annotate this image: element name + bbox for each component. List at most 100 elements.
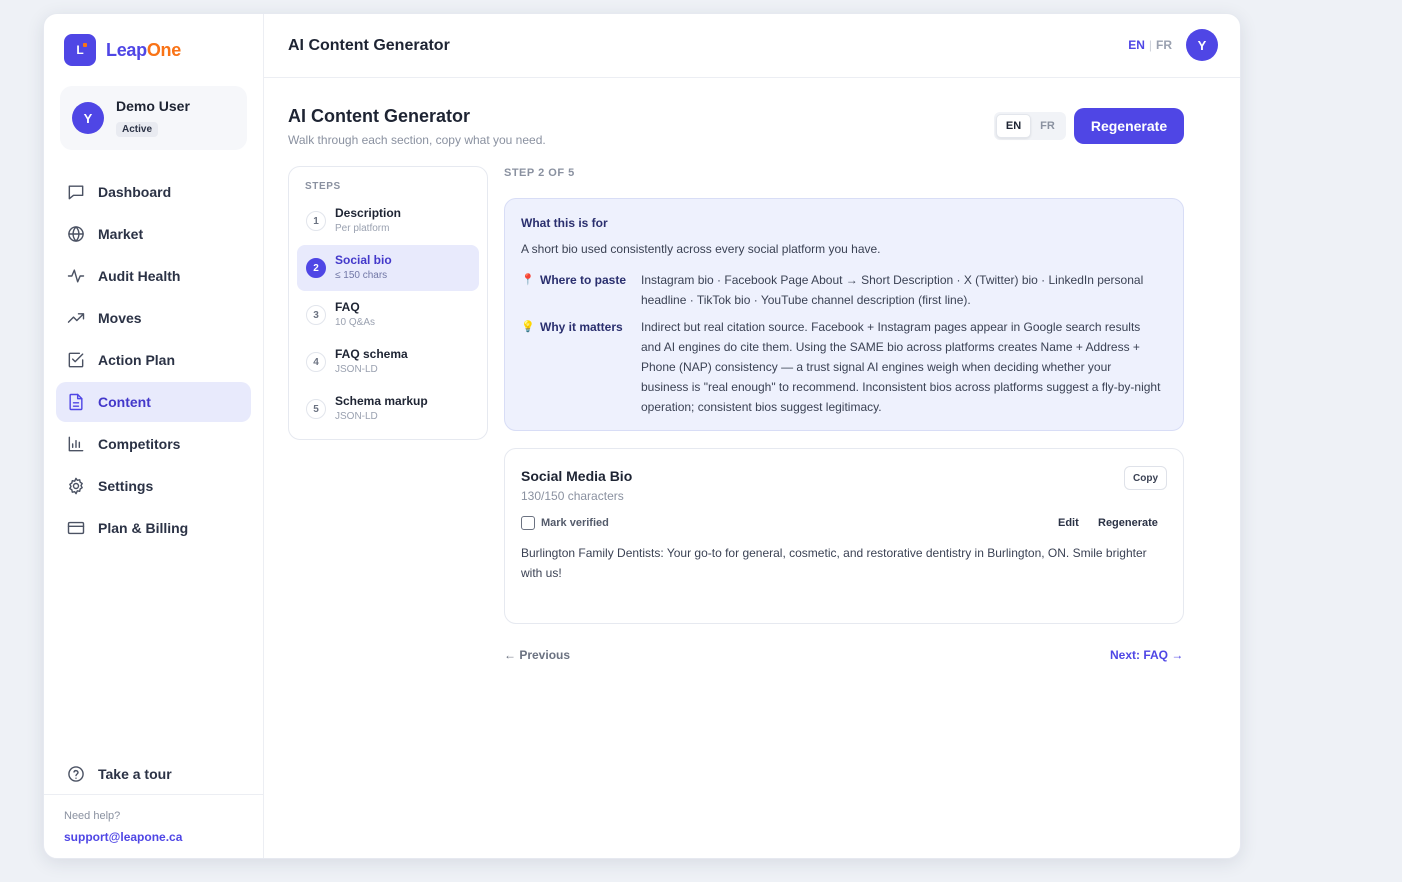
why-it-matters-label: Why it matters (540, 320, 623, 334)
step-item-description[interactable]: 1 Description Per platform (297, 198, 479, 244)
mark-verified-toggle[interactable]: Mark verified (521, 516, 609, 530)
language-switch: EN | FR (1128, 38, 1172, 52)
why-it-matters-key: 💡 Why it matters (521, 320, 641, 417)
sidebar-item-competitors[interactable]: Competitors (56, 424, 251, 464)
step-number: 5 (306, 399, 326, 419)
divider (44, 794, 263, 795)
topbar-title: AI Content Generator (288, 37, 450, 54)
sidebar-item-audit-health[interactable]: Audit Health (56, 256, 251, 296)
info-title: What this is for (521, 216, 608, 230)
step-name: Description (335, 206, 402, 220)
sidebar-item-settings[interactable]: Settings (56, 466, 251, 506)
user-name: Demo User (116, 98, 190, 114)
toggle-en-button[interactable]: EN (996, 114, 1031, 138)
sidebar-item-moves[interactable]: Moves (56, 298, 251, 338)
sidebar-item-label: Competitors (98, 436, 181, 452)
sidebar-item-label: Plan & Billing (98, 520, 189, 536)
sidebar-item-label: Moves (98, 310, 142, 326)
edit-button[interactable]: Edit (1058, 517, 1079, 529)
step-meta: Per platform (335, 223, 390, 234)
step-name: Schema markup (335, 394, 428, 408)
where-to-paste-label: Where to paste (540, 273, 627, 287)
logo[interactable]: L LeapOne (64, 34, 181, 66)
document-icon (69, 393, 83, 411)
lang-fr-link[interactable]: FR (1156, 38, 1172, 52)
trend-up-icon (67, 313, 85, 323)
content-language-toggle: EN FR (994, 112, 1066, 140)
sidebar-item-label: Settings (98, 478, 154, 494)
topbar: AI Content Generator EN | FR Y (264, 14, 1240, 78)
credit-card-icon (67, 521, 85, 535)
checkbox-icon (68, 352, 84, 368)
regenerate-button[interactable]: Regenerate (1074, 108, 1184, 144)
toggle-fr-button[interactable]: FR (1031, 114, 1064, 138)
step-number: 4 (306, 352, 326, 372)
logo-text: LeapOne (106, 39, 181, 60)
step-meta: JSON-LD (335, 411, 378, 422)
chat-icon (68, 185, 84, 200)
app-window: L LeapOne Y Demo User Active Dashboard M… (43, 13, 1241, 859)
sidebar-item-market[interactable]: Market (56, 214, 251, 254)
take-a-tour-link[interactable]: Take a tour (66, 764, 172, 784)
steps-label: STEPS (305, 181, 341, 192)
page-subtitle: Walk through each section, copy what you… (288, 133, 546, 147)
help-circle-icon (68, 766, 84, 782)
copy-button[interactable]: Copy (1124, 466, 1167, 490)
social-bio-card: Social Media Bio 130/150 characters Copy… (504, 448, 1184, 624)
bio-text: Burlington Family Dentists: Your go-to f… (521, 546, 1147, 580)
step-indicator: STEP 2 OF 5 (504, 167, 575, 179)
step-name: Social bio (335, 253, 392, 267)
sidebar: L LeapOne Y Demo User Active Dashboard M… (44, 14, 264, 858)
status-badge: Active (116, 122, 159, 137)
step-name: FAQ schema (335, 347, 408, 361)
sidebar-item-plan-billing[interactable]: Plan & Billing (56, 508, 251, 548)
step-number: 3 (306, 305, 326, 325)
sidebar-item-label: Content (98, 394, 151, 410)
step-meta: 10 Q&As (335, 317, 376, 328)
pulse-icon (67, 269, 85, 283)
sidebar-item-label: Dashboard (98, 184, 172, 200)
sidebar-item-dashboard[interactable]: Dashboard (56, 172, 251, 212)
where-to-paste-key: 📍 Where to paste (521, 273, 641, 310)
lang-en-link[interactable]: EN (1128, 38, 1145, 52)
info-lead: A short bio used consistently across eve… (521, 242, 881, 256)
help-label: Need help? (64, 810, 121, 822)
gear-icon (69, 477, 83, 495)
where-to-paste-row: 📍 Where to paste Instagram bio · Facebook… (521, 273, 1161, 310)
globe-icon (68, 226, 84, 242)
bio-title: Social Media Bio (521, 468, 633, 484)
page-title: AI Content Generator (288, 106, 471, 126)
avatar: Y (72, 102, 104, 134)
why-it-matters-text: Indirect but real citation source. Faceb… (641, 320, 1161, 414)
sidebar-item-content[interactable]: Content (56, 382, 251, 422)
step-number: 1 (306, 211, 326, 231)
mark-verified-label: Mark verified (541, 517, 609, 529)
bar-chart-icon (68, 436, 84, 452)
steps-panel: STEPS 1 Description Per platform 2 Socia… (288, 166, 488, 440)
pin-icon: 📍 (521, 274, 535, 286)
sidebar-item-label: Market (98, 226, 144, 242)
mark-verified-checkbox[interactable] (521, 516, 535, 530)
profile-avatar[interactable]: Y (1186, 29, 1218, 61)
logo-icon: L (64, 34, 96, 66)
step-meta: JSON-LD (335, 364, 378, 375)
info-card: What this is for A short bio used consis… (504, 198, 1184, 431)
next-link[interactable]: Next: FAQ → (1110, 648, 1183, 662)
previous-link[interactable]: ← Previous (504, 648, 570, 662)
why-it-matters-row: 💡 Why it matters Indirect but real citati… (521, 320, 1161, 417)
sidebar-item-label: Action Plan (98, 352, 176, 368)
sidebar-item-action-plan[interactable]: Action Plan (56, 340, 251, 380)
step-item-faq-schema[interactable]: 4 FAQ schema JSON-LD (297, 339, 479, 385)
step-item-social-bio[interactable]: 2 Social bio ≤ 150 chars (297, 245, 479, 291)
lang-separator: | (1148, 38, 1152, 52)
step-item-schema-markup[interactable]: 5 Schema markup JSON-LD (297, 386, 479, 432)
sidebar-item-label: Audit Health (98, 268, 181, 284)
regenerate-bio-button[interactable]: Regenerate (1098, 517, 1158, 529)
where-to-paste-text: Instagram bio · Facebook Page About → Sh… (641, 273, 1144, 307)
step-item-faq[interactable]: 3 FAQ 10 Q&As (297, 292, 479, 338)
step-number: 2 (306, 258, 326, 278)
support-email-link[interactable]: support@leapone.ca (64, 830, 182, 844)
user-card[interactable]: Y Demo User Active (60, 86, 247, 150)
step-name: FAQ (335, 300, 360, 314)
lightbulb-icon: 💡 (521, 321, 535, 333)
